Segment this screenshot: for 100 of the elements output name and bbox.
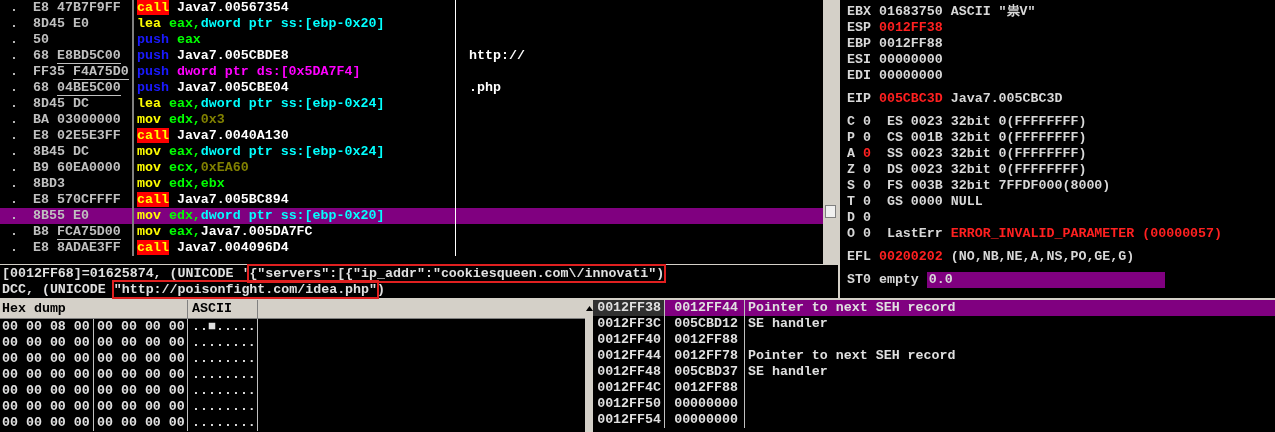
- row-marker: .: [10, 224, 18, 239]
- annotation-box: {"servers":[{"ip_addr":"cookiesqueen.com\/innovati"): [249, 266, 665, 281]
- register-line: D 0: [847, 210, 872, 226]
- row-marker: .: [10, 208, 18, 223]
- register-name: ST0 empty: [847, 272, 919, 288]
- register-line: T 0 GS 0000 NULL: [847, 194, 984, 210]
- hex-bytes: 00 00 00 00: [0, 383, 94, 399]
- disassembly-row[interactable]: . 8B45 DC mov eax,dword ptr ss:[ebp-0x24]: [0, 144, 823, 160]
- stack-value[interactable]: 0012FF88: [665, 332, 745, 348]
- register-line: C 0 ES 0023 32bit 0(FFFFFFFF): [847, 114, 1088, 130]
- disassembly-row[interactable]: . 68 E8BD5C00 push Java7.005CBDE8 http://: [0, 48, 823, 64]
- scroll-up-icon[interactable]: [585, 306, 593, 311]
- instruction-text: call Java7.0040A130: [137, 128, 289, 143]
- register-line: EBX 01683750 ASCII "祟V": [847, 4, 1037, 20]
- ascii-text: ..■.....: [188, 319, 258, 335]
- operand-text: E8BD5C00: [56, 49, 121, 64]
- stack-address[interactable]: 0012FF54: [593, 412, 665, 428]
- hex-bytes: 00 00 08 00: [0, 319, 94, 335]
- instruction-text: call Java7.004096D4: [137, 240, 289, 255]
- row-marker: .: [10, 240, 18, 255]
- disassembly-row[interactable]: . 68 04BE5C00 push Java7.005CBE04 .php: [0, 80, 823, 96]
- operand-text: DC: [72, 145, 89, 160]
- stack-address[interactable]: 0012FF48: [593, 364, 665, 380]
- opcode-text: 8D45: [33, 96, 65, 111]
- opcode-text: E8: [33, 128, 49, 143]
- column-header[interactable]: Hex dump: [0, 300, 188, 318]
- operand-text: 8ADAE3FF: [56, 241, 121, 256]
- register-value[interactable]: 0.0: [926, 272, 1165, 288]
- opcode-text: 8D45: [33, 16, 65, 31]
- stack-comment: SE handler: [747, 316, 829, 332]
- row-marker: .: [10, 144, 18, 159]
- row-marker: .: [10, 112, 18, 127]
- disassembly-row[interactable]: . 50 push eax: [0, 32, 823, 48]
- register-line: Z 0 DS 0023 32bit 0(FFFFFFFF): [847, 162, 1088, 178]
- scroll-thumb[interactable]: [825, 205, 836, 218]
- disassembly-row[interactable]: . FF35 F4A75D0 push dword ptr ds:[0x5DA7F4]: [0, 64, 823, 80]
- stack-value[interactable]: 005CBD12: [665, 316, 745, 332]
- register-line: ESI 00000000: [847, 52, 944, 68]
- operand-text: E0: [72, 209, 89, 224]
- hex-bytes: 00 00 00 00: [94, 319, 188, 335]
- opcode-text: BA: [33, 112, 49, 127]
- hex-bytes: 00 00 00 00: [0, 415, 94, 431]
- disassembly-row[interactable]: . 8D45 DC lea eax,dword ptr ss:[ebp-0x24]: [0, 96, 823, 112]
- stack-address[interactable]: 0012FF40: [593, 332, 665, 348]
- instruction-text: lea eax,dword ptr ss:[ebp-0x20]: [137, 16, 385, 31]
- row-marker: .: [10, 0, 18, 15]
- disassembly-row[interactable]: . 8B55 E0 mov edx,dword ptr ss:[ebp-0x20]: [0, 208, 823, 224]
- row-marker: .: [10, 176, 18, 191]
- opcode-text: B8: [33, 224, 49, 239]
- stack-value[interactable]: 00000000: [665, 396, 745, 412]
- ascii-text: ........: [188, 335, 258, 351]
- row-marker: .: [10, 48, 18, 63]
- hex-bytes: 00 00 00 00: [94, 351, 188, 367]
- instruction-text: mov edx,dword ptr ss:[ebp-0x20]: [137, 208, 385, 223]
- row-marker: .: [10, 128, 18, 143]
- annotation-box: "http://poisonfight.com/idea.php": [113, 282, 378, 297]
- stack-address[interactable]: 0012FF4C: [593, 380, 665, 396]
- row-marker: .: [10, 96, 18, 111]
- operand-text: 02E5E3FF: [56, 129, 121, 144]
- stack-address[interactable]: 0012FF38: [593, 300, 665, 316]
- ascii-text: ........: [188, 383, 258, 399]
- disassembly-row[interactable]: . 8D45 E0 lea eax,dword ptr ss:[ebp-0x20]: [0, 16, 823, 32]
- row-marker: .: [10, 160, 18, 175]
- register-line: P 0 CS 001B 32bit 0(FFFFFFFF): [847, 130, 1088, 146]
- stack-comment: SE handler: [747, 364, 829, 380]
- row-marker: .: [10, 32, 18, 47]
- stack-value[interactable]: 0012FF88: [665, 380, 745, 396]
- disassembly-row[interactable]: . E8 47B7F9FF call Java7.00567354: [0, 0, 823, 16]
- hex-bytes: 00 00 00 00: [0, 399, 94, 415]
- stack-address[interactable]: 0012FF44: [593, 348, 665, 364]
- comment-text: http://: [469, 48, 525, 63]
- info-text: ): [377, 282, 386, 297]
- stack-comment: Pointer to next SEH record: [745, 300, 1275, 316]
- row-marker: .: [10, 64, 18, 79]
- stack-address[interactable]: 0012FF3C: [593, 316, 665, 332]
- opcode-text: 8B55: [33, 208, 65, 223]
- column-header[interactable]: ASCII: [188, 300, 258, 318]
- operand-text: 04BE5C00: [56, 81, 121, 96]
- stack-comment: Pointer to next SEH record: [747, 348, 957, 364]
- stack-address[interactable]: 0012FF50: [593, 396, 665, 412]
- row-marker: .: [10, 80, 18, 95]
- register-line: S 0 FS 003B 32bit 7FFDF000(8000): [847, 178, 1112, 194]
- hex-bytes: 00 00 00 00: [94, 335, 188, 351]
- opcode-text: 68: [33, 80, 49, 95]
- stack-value[interactable]: 0012FF78: [665, 348, 745, 364]
- ascii-text: ........: [188, 367, 258, 383]
- disassembly-row[interactable]: . E8 02E5E3FF call Java7.0040A130: [0, 128, 823, 144]
- instruction-text: mov eax,dword ptr ss:[ebp-0x24]: [137, 144, 385, 159]
- opcode-text: 8BD3: [33, 176, 65, 191]
- operand-text: 03000000: [56, 113, 121, 128]
- stack-value[interactable]: 0012FF44: [665, 300, 745, 316]
- operand-text: E0: [72, 17, 89, 32]
- disassembly-row[interactable]: . B9 60EA0000 mov ecx,0xEA60: [0, 160, 823, 176]
- hex-bytes: 00 00 00 00: [94, 367, 188, 383]
- stack-value[interactable]: 00000000: [665, 412, 745, 428]
- opcode-text: 8B45: [33, 144, 65, 159]
- stack-value[interactable]: 005CBD37: [665, 364, 745, 380]
- opcode-text: E8: [33, 192, 49, 207]
- disassembly-row[interactable]: . E8 8ADAE3FF call Java7.004096D4: [0, 240, 823, 256]
- hex-bytes: 00 00 00 00: [0, 335, 94, 351]
